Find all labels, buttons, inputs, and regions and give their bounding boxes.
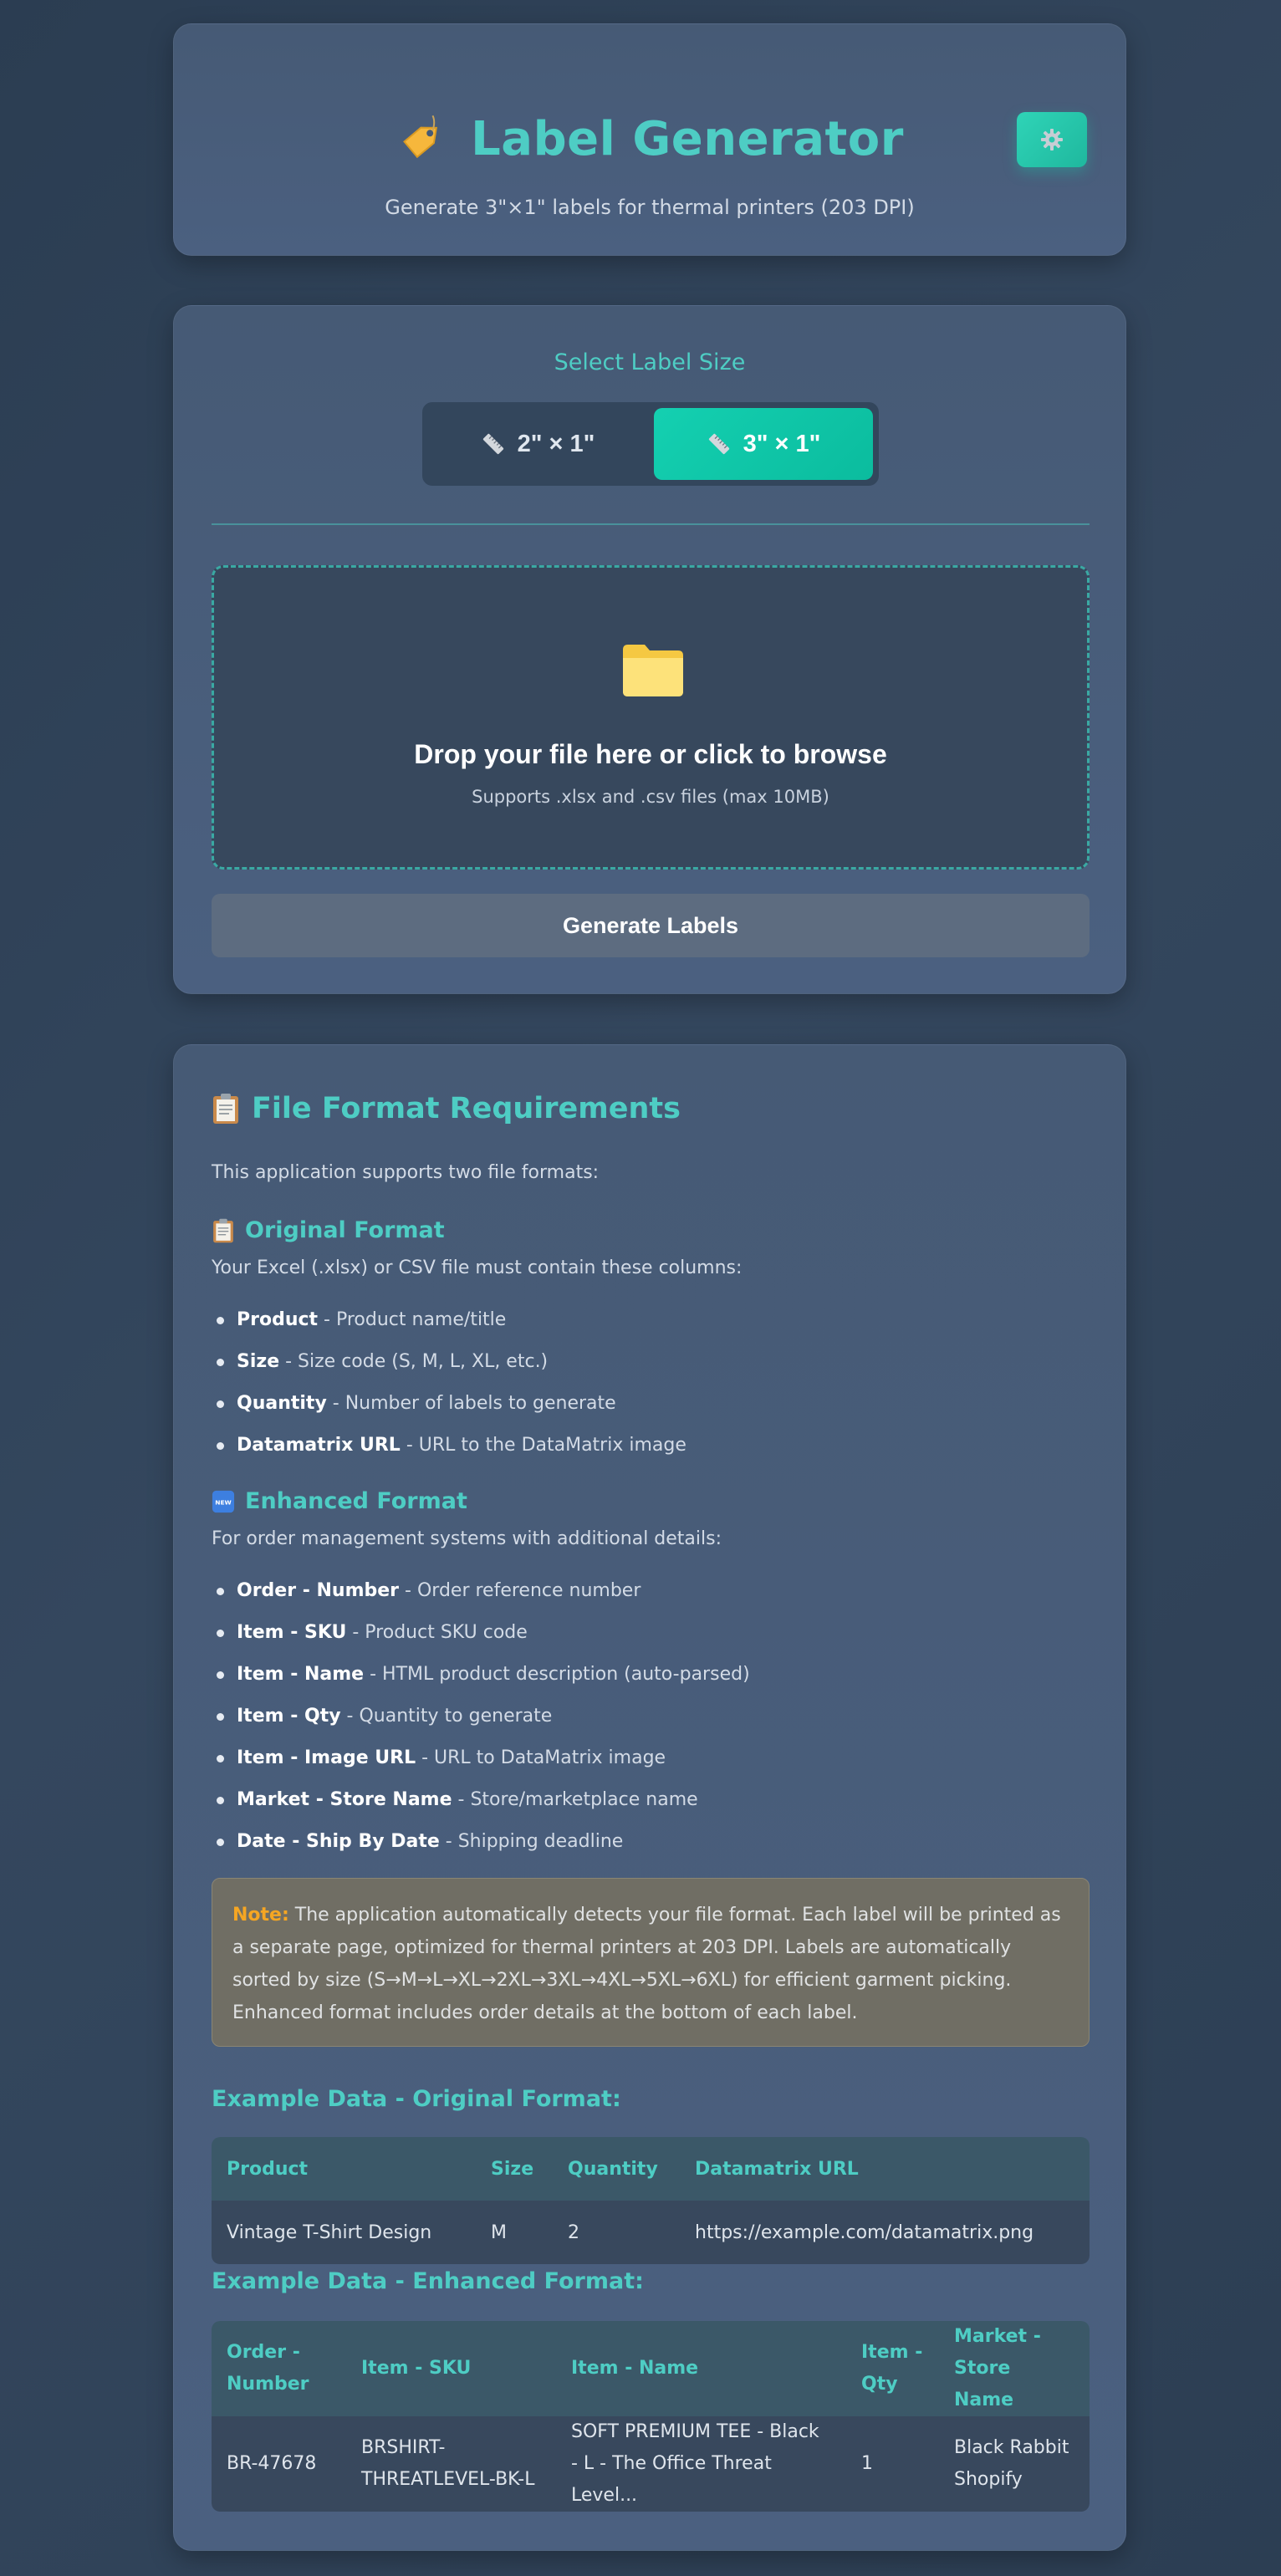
- table-cell: BRSHIRT-THREATLEVEL-BK-L: [346, 2416, 556, 2512]
- requirements-title: File Format Requirements: [252, 1092, 681, 1125]
- file-dropzone[interactable]: Drop your file here or click to browse S…: [212, 565, 1090, 870]
- settings-button[interactable]: [1017, 112, 1087, 167]
- enhanced-format-heading: NEW Enhanced Format: [212, 1488, 467, 1514]
- table-cell: Black Rabbit Shopify: [939, 2416, 1090, 2512]
- gear-icon: [1041, 129, 1063, 150]
- folder-icon: [623, 645, 683, 696]
- list-item: Quantity - Number of labels to generate: [212, 1383, 686, 1425]
- page-title: Label Generator: [471, 112, 904, 166]
- list-item: Order - Number - Order reference number: [212, 1570, 750, 1612]
- example-original-title: Example Data - Original Format:: [212, 2086, 621, 2112]
- enhanced-columns-list: Order - Number - Order reference number …: [212, 1570, 750, 1863]
- list-item: Item - SKU - Product SKU code: [212, 1612, 750, 1654]
- column-header: Item - Qty: [846, 2321, 939, 2416]
- divider: [212, 523, 1090, 525]
- ruler-icon: [708, 433, 729, 455]
- column-header: Order - Number: [212, 2321, 346, 2416]
- size-select-label: Select Label Size: [554, 349, 746, 375]
- table-cell: M: [476, 2201, 553, 2264]
- price-tag-icon: [403, 115, 438, 158]
- list-item: Datamatrix URL - URL to the DataMatrix i…: [212, 1425, 686, 1467]
- list-item: Date - Ship By Date - Shipping deadline: [212, 1821, 750, 1863]
- example-enhanced-table: Order - Number Item - SKU Item - Name It…: [212, 2321, 1090, 2512]
- page-subtitle: Generate 3"×1" labels for thermal printe…: [385, 196, 915, 219]
- table-cell: SOFT PREMIUM TEE - Black - L - The Offic…: [556, 2416, 846, 2512]
- original-format-description: Your Excel (.xlsx) or CSV file must cont…: [212, 1257, 743, 1278]
- generate-labels-button[interactable]: Generate Labels: [212, 894, 1090, 957]
- enhanced-format-description: For order management systems with additi…: [212, 1528, 722, 1549]
- clipboard-icon: [213, 1218, 233, 1242]
- table-cell: 2: [553, 2201, 680, 2264]
- table-header-row: Product Size Quantity Datamatrix URL: [212, 2137, 1090, 2201]
- list-item: Product - Product name/title: [212, 1299, 686, 1341]
- table-cell: Vintage T-Shirt Design: [212, 2201, 476, 2264]
- ruler-icon: [482, 433, 503, 455]
- example-enhanced-title: Example Data - Enhanced Format:: [212, 2268, 644, 2294]
- table-cell: https://example.com/datamatrix.png: [680, 2201, 1090, 2264]
- example-original-table: Product Size Quantity Datamatrix URL Vin…: [212, 2137, 1090, 2264]
- enhanced-format-title: Enhanced Format: [245, 1488, 467, 1514]
- table-cell: 1: [846, 2416, 939, 2512]
- clipboard-icon: [213, 1094, 238, 1124]
- dropzone-subtitle: Supports .xlsx and .csv files (max 10MB): [472, 787, 829, 807]
- title-row: Label Generator: [174, 112, 1125, 166]
- column-header: Market - Store Name: [939, 2321, 1090, 2416]
- dropzone-title: Drop your file here or click to browse: [414, 739, 887, 769]
- new-badge-icon: NEW: [212, 1490, 235, 1512]
- list-item: Size - Size code (S, M, L, XL, etc.): [212, 1341, 686, 1383]
- note-text: The application automatically detects yo…: [232, 1905, 1061, 2023]
- table-row: BR-47678 BRSHIRT-THREATLEVEL-BK-L SOFT P…: [212, 2416, 1090, 2512]
- format-note: Note: The application automatically dete…: [212, 1878, 1090, 2047]
- size-option-label: 2" × 1": [517, 430, 595, 457]
- table-cell: BR-47678: [212, 2416, 346, 2512]
- upload-card: Select Label Size 2" × 1" 3" × 1" Drop y…: [173, 305, 1126, 994]
- requirements-heading: File Format Requirements: [212, 1092, 681, 1125]
- size-option-label: 3" × 1": [743, 430, 821, 457]
- svg-text:NEW: NEW: [215, 1498, 232, 1506]
- original-columns-list: Product - Product name/title Size - Size…: [212, 1299, 686, 1467]
- table-header-row: Order - Number Item - SKU Item - Name It…: [212, 2321, 1090, 2416]
- original-format-title: Original Format: [245, 1217, 445, 1243]
- column-header: Datamatrix URL: [680, 2137, 1090, 2201]
- label-size-toggle: 2" × 1" 3" × 1": [422, 402, 879, 486]
- original-format-heading: Original Format: [212, 1217, 445, 1243]
- column-header: Size: [476, 2137, 553, 2201]
- list-item: Item - Name - HTML product description (…: [212, 1654, 750, 1696]
- size-option-3x1[interactable]: 3" × 1": [654, 408, 873, 480]
- column-header: Product: [212, 2137, 476, 2201]
- requirements-card: File Format Requirements This applicatio…: [173, 1044, 1126, 2551]
- column-header: Quantity: [553, 2137, 680, 2201]
- column-header: Item - Name: [556, 2321, 846, 2416]
- requirements-intro: This application supports two file forma…: [212, 1162, 600, 1183]
- list-item: Item - Image URL - URL to DataMatrix ima…: [212, 1737, 750, 1779]
- column-header: Item - SKU: [346, 2321, 556, 2416]
- list-item: Item - Qty - Quantity to generate: [212, 1696, 750, 1737]
- size-option-2x1[interactable]: 2" × 1": [428, 408, 647, 480]
- table-row: Vintage T-Shirt Design M 2 https://examp…: [212, 2201, 1090, 2264]
- note-label: Note:: [232, 1905, 289, 1926]
- list-item: Market - Store Name - Store/marketplace …: [212, 1779, 750, 1821]
- header-card: Label Generator Generate 3"×1" labels fo…: [173, 23, 1126, 256]
